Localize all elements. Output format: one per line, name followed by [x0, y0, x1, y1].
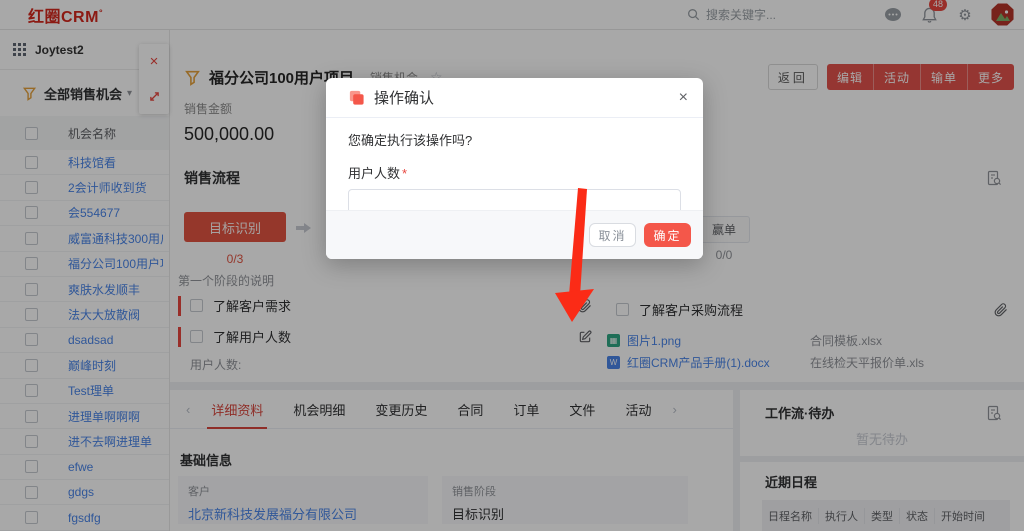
modal-footer: 取消 确定 — [326, 210, 703, 259]
app-root: 红圈CRM° 搜索关键字... 48 ⚙ Joytest2 — [0, 0, 1024, 531]
confirm-button[interactable]: 确定 — [644, 223, 691, 247]
field-label-text: 用户人数 — [348, 166, 400, 181]
confirm-message: 您确定执行该操作吗? — [348, 130, 681, 149]
confirm-modal: 操作确认 × 您确定执行该操作吗? 用户人数* 取消 确定 — [326, 78, 703, 259]
modal-close-button[interactable]: × — [679, 90, 688, 106]
modal-body: 您确定执行该操作吗? 用户人数* — [326, 118, 703, 215]
required-asterisk: * — [402, 166, 407, 181]
modal-title: 操作确认 — [374, 87, 434, 108]
modal-icon — [348, 89, 365, 106]
annotation-arrow — [540, 180, 620, 330]
user-count-label: 用户人数* — [348, 163, 681, 182]
modal-header: 操作确认 × — [326, 78, 703, 118]
